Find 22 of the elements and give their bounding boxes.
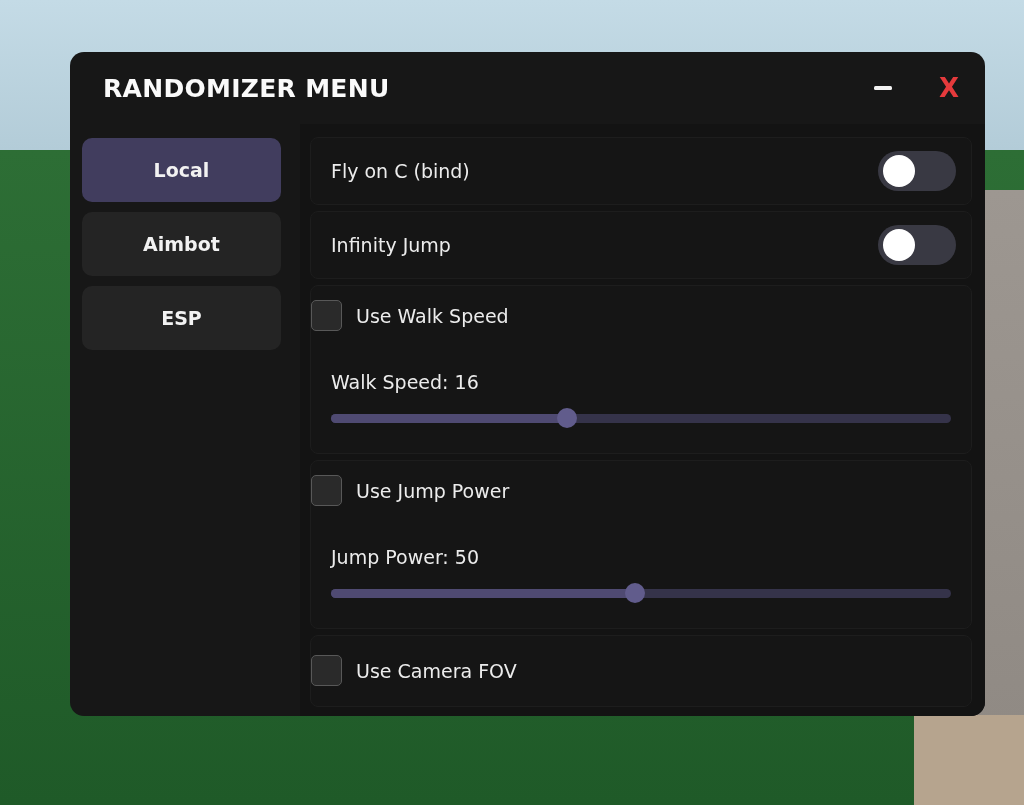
toggle-switch[interactable] [878,225,956,265]
sidebar-tab[interactable]: Aimbot [82,212,281,276]
slider-thumb[interactable] [624,583,645,603]
checkbox[interactable] [311,475,342,506]
slider-track[interactable] [331,408,951,428]
slider-label: Jump Power: 50 [331,545,480,569]
slider-thumb[interactable] [556,408,577,428]
slider-label: Walk Speed: 16 [331,370,480,394]
checkbox[interactable] [311,655,342,686]
window-title: RANDOMIZER MENU [103,73,390,103]
sidebar-tab[interactable]: Local [82,138,281,202]
checkbox-label: Use Jump Power [356,478,510,503]
sidebar-tab[interactable]: ESP [82,286,281,350]
close-button[interactable]: X [934,71,964,105]
checkbox[interactable] [311,300,342,331]
checkbox-label: Use Walk Speed [356,303,509,328]
slider-track[interactable] [331,583,951,603]
minimize-icon [874,86,892,90]
checkbox-label: Use Camera FOV [356,658,517,683]
setting-label: Fly on C (bind) [331,159,470,183]
setting-label: Infinity Jump [331,233,451,257]
toggle-switch[interactable] [878,151,956,191]
